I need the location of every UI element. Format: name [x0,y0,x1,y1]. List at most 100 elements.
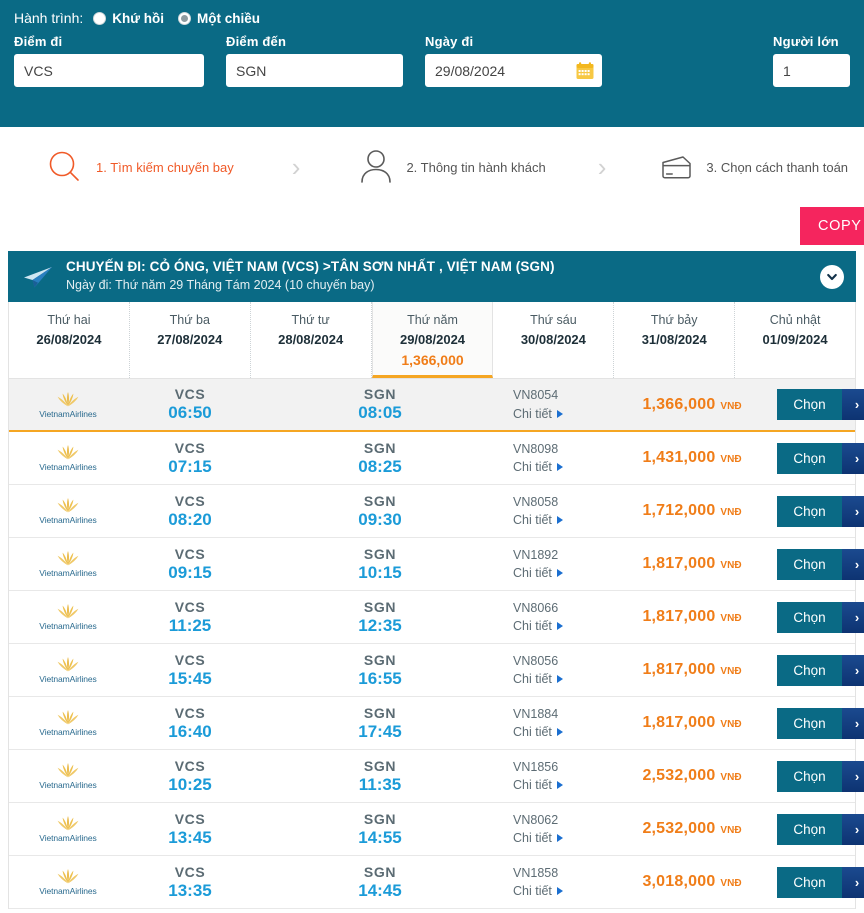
search-icon [44,146,86,188]
flight-detail-link[interactable]: Chi tiết [513,564,563,582]
flight-detail-link[interactable]: Chi tiết [513,776,563,794]
date-tab-day: Thứ sáu [530,311,577,330]
flight-detail-link[interactable]: Chi tiết [513,670,563,688]
date-tab-day: Chủ nhật [770,311,821,330]
flight-detail-link[interactable]: Chi tiết [513,882,563,900]
destination-code: SGN [364,811,396,827]
departure-time: 07:15 [168,457,211,477]
date-tab-date: 29/08/2024 [400,330,465,350]
date-tab-28-08-2024[interactable]: Thứ tư28/08/2024 [251,302,372,378]
depart-date-input[interactable] [425,54,602,87]
flight-detail-label: Chi tiết [513,564,552,582]
triangle-right-icon [557,569,563,577]
step-passenger-info[interactable]: 2. Thông tin hành khách [356,146,545,188]
choose-flight-button[interactable]: Chọn› [777,389,864,420]
price-value: 1,817,000 [642,661,715,679]
chevron-right-icon-2: › [594,154,611,180]
trip-type-row: Hành trình: Khứ hồi Một chiều [14,6,850,30]
flight-row[interactable]: VietnamAirlinesVCS07:15SGN08:25VN8098Chi… [9,432,855,485]
date-tab-day: Thứ ba [170,311,210,330]
choose-flight-label: Chọn [777,867,842,898]
chevron-right-icon-1: › [288,154,305,180]
flight-row[interactable]: VietnamAirlinesVCS06:50SGN08:05VN8054Chi… [9,379,855,432]
choose-flight-label: Chọn [777,549,842,580]
flight-number-cell: VN8098Chi tiết [507,440,607,476]
choose-flight-button[interactable]: Chọn› [777,761,864,792]
radio-dot-round-trip[interactable] [93,12,106,25]
flight-row[interactable]: VietnamAirlinesVCS09:15SGN10:15VN1892Chi… [9,538,855,591]
flight-row[interactable]: VietnamAirlinesVCS16:40SGN17:45VN1884Chi… [9,697,855,750]
date-tab-27-08-2024[interactable]: Thứ ba27/08/2024 [130,302,251,378]
departure-time: 13:45 [168,828,211,848]
origin-cell: VCS13:45 [127,811,253,848]
flight-detail-link[interactable]: Chi tiết [513,617,563,635]
departure-time: 11:25 [169,616,212,636]
collapse-toggle-button[interactable] [820,265,844,289]
origin-code: VCS [175,440,206,456]
date-tab-29-08-2024[interactable]: Thứ năm29/08/20241,366,000 [372,302,494,378]
flight-results-panel: CHUYẾN ĐI: CỎ ÓNG, VIỆT NAM (VCS) >TÂN S… [8,251,856,909]
choose-flight-button[interactable]: Chọn› [777,655,864,686]
airline-name: VietnamAirlines [39,515,96,525]
flight-number-cell: VN8062Chi tiết [507,811,607,847]
date-tab-date: 26/08/2024 [36,330,101,350]
origin-code: VCS [175,705,206,721]
flight-detail-link[interactable]: Chi tiết [513,511,563,529]
date-tab-30-08-2024[interactable]: Thứ sáu30/08/2024 [493,302,614,378]
flight-row[interactable]: VietnamAirlinesVCS11:25SGN12:35VN8066Chi… [9,591,855,644]
flight-row[interactable]: VietnamAirlinesVCS15:45SGN16:55VN8056Chi… [9,644,855,697]
lotus-icon [53,444,83,461]
choose-flight-button[interactable]: Chọn› [777,708,864,739]
field-depart-date: Ngày đi [425,34,602,87]
lotus-icon [53,497,83,514]
destination-cell: SGN10:15 [317,546,443,583]
flight-detail-link[interactable]: Chi tiết [513,458,563,476]
currency-label: VNĐ [720,666,741,677]
flight-detail-link[interactable]: Chi tiết [513,829,563,847]
choose-flight-button[interactable]: Chọn› [777,602,864,633]
radio-one-way[interactable]: Một chiều [178,11,260,26]
flight-detail-link[interactable]: Chi tiết [513,405,563,423]
adults-input[interactable] [773,54,850,87]
arrival-time: 12:35 [358,616,401,636]
lotus-icon [53,762,83,779]
airline-name: VietnamAirlines [39,727,96,737]
destination-cell: SGN09:30 [317,493,443,530]
choose-flight-button[interactable]: Chọn› [777,549,864,580]
destination-input[interactable] [226,54,403,87]
step-search-flight[interactable]: 1. Tìm kiếm chuyến bay [44,146,234,188]
choose-flight-button[interactable]: Chọn› [777,443,864,474]
step-payment-method[interactable]: 3. Chọn cách thanh toán [654,146,848,188]
flight-row[interactable]: VietnamAirlinesVCS13:35SGN14:45VN1858Chi… [9,856,855,909]
date-tab-26-08-2024[interactable]: Thứ hai26/08/2024 [9,302,130,378]
destination-cell: SGN08:05 [317,386,443,423]
choose-flight-button[interactable]: Chọn› [777,867,864,898]
flight-row[interactable]: VietnamAirlinesVCS08:20SGN09:30VN8058Chi… [9,485,855,538]
radio-dot-one-way[interactable] [178,12,191,25]
flight-row[interactable]: VietnamAirlinesVCS13:45SGN14:55VN8062Chi… [9,803,855,856]
flight-detail-link[interactable]: Chi tiết [513,723,563,741]
flight-row[interactable]: VietnamAirlinesVCS10:25SGN11:35VN1856Chi… [9,750,855,803]
flight-detail-label: Chi tiết [513,405,552,423]
departure-time: 16:40 [168,722,211,742]
field-origin: Điểm đi [14,34,204,87]
airline-name: VietnamAirlines [39,674,96,684]
flight-number-cell: VN8058Chi tiết [507,493,607,529]
choose-flight-button[interactable]: Chọn› [777,814,864,845]
action-cell: Chọn› [777,443,864,474]
destination-code: SGN [364,599,396,615]
date-tab-01-09-2024[interactable]: Chủ nhật01/09/2024 [735,302,855,378]
flight-number: VN1884 [513,705,558,723]
copy-button[interactable]: COPY [800,207,864,245]
flight-detail-label: Chi tiết [513,723,552,741]
radio-round-trip[interactable]: Khứ hồi [93,11,164,26]
currency-label: VNĐ [720,401,741,412]
arrival-time: 14:55 [358,828,401,848]
date-tab-strip: Thứ hai26/08/2024Thứ ba27/08/2024Thứ tư2… [8,302,856,379]
date-tab-31-08-2024[interactable]: Thứ bảy31/08/2024 [614,302,735,378]
chevron-right-icon: › [842,602,864,633]
choose-flight-button[interactable]: Chọn› [777,496,864,527]
price-value: 1,712,000 [642,502,715,520]
origin-cell: VCS11:25 [127,599,253,636]
origin-input[interactable] [14,54,204,87]
